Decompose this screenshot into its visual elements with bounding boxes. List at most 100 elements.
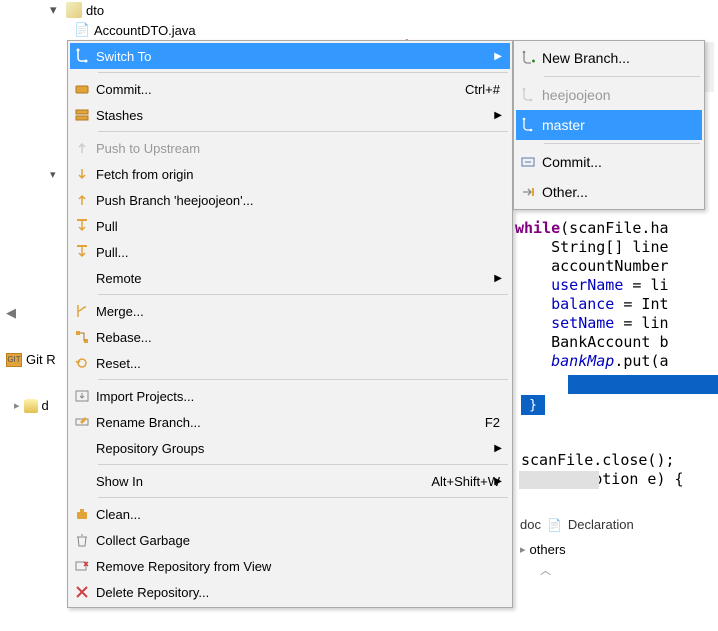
menu-commit[interactable]: Commit... Ctrl+# (70, 76, 510, 102)
submenu-label: Other... (540, 184, 702, 200)
package-icon (66, 2, 82, 18)
clean-icon (70, 506, 94, 522)
submenu-label: New Branch... (540, 50, 702, 66)
chevron-right-icon[interactable]: ▸ (14, 399, 20, 412)
menu-separator (98, 72, 508, 73)
menu-stashes[interactable]: Stashes ▶ (70, 102, 510, 128)
menu-push-branch[interactable]: Push Branch 'heejoojeon'... (70, 187, 510, 213)
menu-pull[interactable]: Pull (70, 213, 510, 239)
menu-collect-garbage[interactable]: Collect Garbage (70, 527, 510, 553)
chevron-right-icon[interactable]: ▸ (520, 543, 526, 556)
others-group[interactable]: ▸ others (520, 542, 566, 557)
chevron-up-icon[interactable]: ︿ (540, 562, 551, 578)
menu-clean[interactable]: Clean... (70, 501, 510, 527)
menu-label: Push Branch 'heejoojeon'... (94, 193, 510, 208)
menu-push-upstream: Push to Upstream (70, 135, 510, 161)
menu-label: Collect Garbage (94, 533, 510, 548)
menu-label: Pull (94, 219, 510, 234)
merge-icon (70, 303, 94, 319)
menu-label: Reset... (94, 356, 510, 371)
menu-remove-from-view[interactable]: Remove Repository from View (70, 553, 510, 579)
menu-label: Stashes (94, 108, 510, 123)
declaration-icon (547, 517, 562, 532)
menu-remote[interactable]: Remote ▶ (70, 265, 510, 291)
commit-icon (516, 154, 540, 170)
submenu-branch-master[interactable]: master (516, 110, 702, 140)
submenu-new-branch[interactable]: New Branch... (516, 43, 702, 73)
menu-label: Show In (94, 474, 431, 489)
menu-separator (98, 464, 508, 465)
menu-pull-dialog[interactable]: Pull... (70, 239, 510, 265)
stash-icon (70, 107, 94, 123)
delete-icon (70, 584, 94, 600)
menu-fetch[interactable]: Fetch from origin (70, 161, 510, 187)
submenu-commit[interactable]: Commit... (516, 147, 702, 177)
trash-icon (70, 532, 94, 548)
menu-separator (98, 497, 508, 498)
menu-reset[interactable]: Reset... (70, 350, 510, 376)
java-file-icon (74, 22, 90, 38)
menu-switch-to[interactable]: Switch To ▶ (70, 43, 510, 69)
commit-icon (70, 81, 94, 97)
menu-rebase[interactable]: Rebase... (70, 324, 510, 350)
repository-node[interactable]: ▸ d (14, 398, 49, 413)
submenu-arrow-icon: ▶ (494, 273, 502, 284)
menu-separator (98, 131, 508, 132)
menu-separator (544, 76, 700, 77)
menu-separator (544, 143, 700, 144)
pull-icon (70, 218, 94, 234)
arrow-left-icon: ◀ (6, 305, 16, 321)
menu-label: Push to Upstream (94, 141, 510, 156)
switch-to-submenu: New Branch... heejoojeon master Commit..… (513, 40, 705, 210)
view-label: Git R (26, 352, 56, 367)
rebase-icon (70, 329, 94, 345)
javadoc-tab-fragment[interactable]: doc (520, 517, 541, 532)
menu-accelerator: F2 (485, 415, 510, 430)
views-tab-bar[interactable]: doc Declaration (520, 517, 634, 532)
menu-merge[interactable]: Merge... (70, 298, 510, 324)
menu-label: Remove Repository from View (94, 559, 510, 574)
menu-label: Repository Groups (94, 441, 510, 456)
menu-label: Delete Repository... (94, 585, 510, 600)
menu-label: Import Projects... (94, 389, 510, 404)
menu-accelerator: Ctrl+# (465, 82, 510, 97)
menu-delete-repository[interactable]: Delete Repository... (70, 579, 510, 605)
submenu-label: master (540, 117, 702, 133)
file-label[interactable]: AccountDTO.java (94, 23, 196, 38)
package-label[interactable]: dto (86, 3, 104, 18)
project-tree[interactable]: ▾ dto AccountDTO.java (50, 0, 196, 40)
menu-import-projects[interactable]: Import Projects... (70, 383, 510, 409)
menu-label: Commit... (94, 82, 465, 97)
pull-icon (70, 244, 94, 260)
menu-separator (98, 379, 508, 380)
push-branch-icon (70, 192, 94, 208)
reset-icon (70, 355, 94, 371)
horizontal-scroll-left[interactable]: ◀ (6, 305, 16, 321)
submenu-other[interactable]: Other... (516, 177, 702, 207)
submenu-arrow-icon: ▶ (494, 443, 502, 454)
menu-label: Fetch from origin (94, 167, 510, 182)
menu-label: Clean... (94, 507, 510, 522)
repo-label: d (42, 398, 49, 413)
menu-rename-branch[interactable]: Rename Branch... F2 (70, 409, 510, 435)
submenu-label: heejoojeon (540, 87, 702, 103)
branch-icon (70, 48, 94, 64)
declaration-tab[interactable]: Declaration (568, 517, 634, 532)
database-icon (24, 399, 38, 413)
menu-separator (98, 294, 508, 295)
new-branch-icon (516, 50, 540, 66)
submenu-branch-heejoojeon: heejoojeon (516, 80, 702, 110)
code-block[interactable]: while(scanFile.ha String[] line accountN… (515, 200, 669, 371)
menu-repository-groups[interactable]: Repository Groups ▶ (70, 435, 510, 461)
checkout-icon (516, 184, 540, 200)
menu-label: Rebase... (94, 330, 510, 345)
selection-highlight (568, 375, 718, 394)
chevron-down-icon[interactable]: ▾ (50, 2, 62, 18)
menu-label: Pull... (94, 245, 510, 260)
menu-show-in[interactable]: Show In Alt+Shift+W ▶ (70, 468, 510, 494)
git-repositories-view[interactable]: GIT Git R (6, 352, 56, 367)
remove-icon (70, 558, 94, 574)
chevron-down-icon[interactable]: ▾ (50, 168, 56, 181)
submenu-arrow-icon: ▶ (494, 476, 502, 487)
branch-icon (516, 87, 540, 103)
